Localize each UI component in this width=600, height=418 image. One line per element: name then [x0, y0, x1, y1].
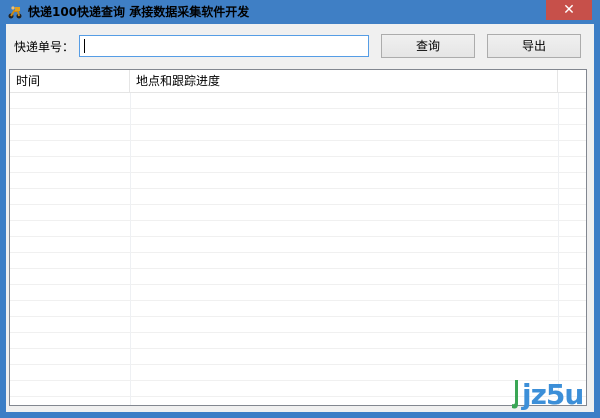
- window-title: 快递100快递查询 承接数据采集软件开发: [28, 5, 250, 19]
- column-header-progress[interactable]: 地点和跟踪进度: [130, 70, 558, 92]
- column-header-time[interactable]: 时间: [10, 70, 130, 92]
- query-button[interactable]: 查询: [381, 34, 475, 58]
- table-row[interactable]: [10, 349, 586, 365]
- table-row[interactable]: [10, 253, 586, 269]
- table-row[interactable]: [10, 317, 586, 333]
- table-row[interactable]: [10, 109, 586, 125]
- watermark-text: jz5u: [522, 378, 584, 411]
- table-row[interactable]: [10, 237, 586, 253]
- table-row[interactable]: [10, 365, 586, 381]
- close-button[interactable]: ✕: [546, 0, 592, 20]
- table-row[interactable]: [10, 125, 586, 141]
- table-row[interactable]: [10, 269, 586, 285]
- column-divider: [558, 93, 559, 405]
- table-row[interactable]: [10, 221, 586, 237]
- table-row[interactable]: [10, 381, 586, 397]
- column-divider: [130, 93, 131, 405]
- table-row[interactable]: [10, 189, 586, 205]
- tracking-number-label: 快递单号：: [14, 40, 75, 54]
- table-row[interactable]: [10, 205, 586, 221]
- client-area: 快递单号： 查询 导出 时间 地点和跟踪进度: [6, 24, 594, 412]
- tracking-number-input[interactable]: [79, 35, 369, 57]
- text-caret: [84, 39, 85, 53]
- column-header-extra[interactable]: [558, 70, 586, 92]
- table-row[interactable]: [10, 301, 586, 317]
- list-header: 时间 地点和跟踪进度: [10, 70, 586, 93]
- table-row[interactable]: [10, 93, 586, 109]
- delivery-scooter-icon: [8, 6, 22, 19]
- list-rows: [10, 93, 586, 405]
- export-button[interactable]: 导出: [487, 34, 581, 58]
- table-row[interactable]: [10, 141, 586, 157]
- title-bar[interactable]: 快递100快递查询 承接数据采集软件开发 ✕: [0, 0, 600, 24]
- table-row[interactable]: [10, 157, 586, 173]
- tracking-results-list[interactable]: 时间 地点和跟踪进度: [9, 69, 587, 406]
- table-row[interactable]: [10, 173, 586, 189]
- app-window: 快递100快递查询 承接数据采集软件开发 ✕ 快递单号： 查询 导出 时间 地点…: [0, 0, 600, 418]
- table-row[interactable]: [10, 285, 586, 301]
- leaf-icon: [512, 380, 518, 409]
- table-row[interactable]: [10, 333, 586, 349]
